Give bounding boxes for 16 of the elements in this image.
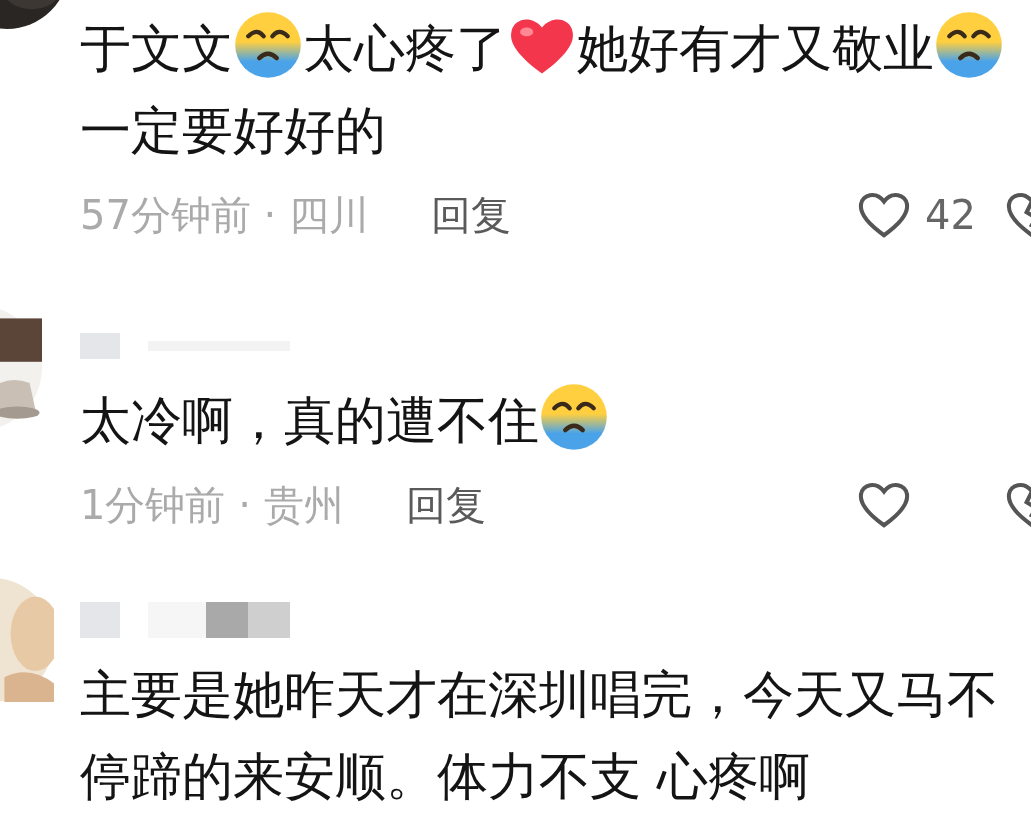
heart-icon[interactable] <box>857 190 911 240</box>
crying-face-icon <box>539 382 609 452</box>
crying-face-icon <box>934 10 1004 80</box>
reply-link[interactable]: 回复 <box>431 187 512 243</box>
reply-link[interactable]: 回复 <box>405 477 486 533</box>
comment-text: 她好有才又敬业 <box>577 19 934 78</box>
comment-text: 太心疼了 <box>303 19 507 78</box>
time-location: 1分钟前 · 贵州 <box>80 480 344 530</box>
crying-face-icon <box>233 10 303 80</box>
like-count: 42 <box>925 192 977 238</box>
time-location: 57分钟前 · 四川 <box>80 190 370 240</box>
comment-text: 太冷啊，真的遭不住 <box>80 391 539 450</box>
heart-icon[interactable] <box>857 480 911 530</box>
comment-text: 一定要好好的 <box>80 101 386 160</box>
comment-text: 于文文 <box>80 19 233 78</box>
comment-text: 主要是她昨天才在深圳唱完，今天又马不停蹄的来安顺。体力不支 心疼啊 <box>80 665 998 806</box>
